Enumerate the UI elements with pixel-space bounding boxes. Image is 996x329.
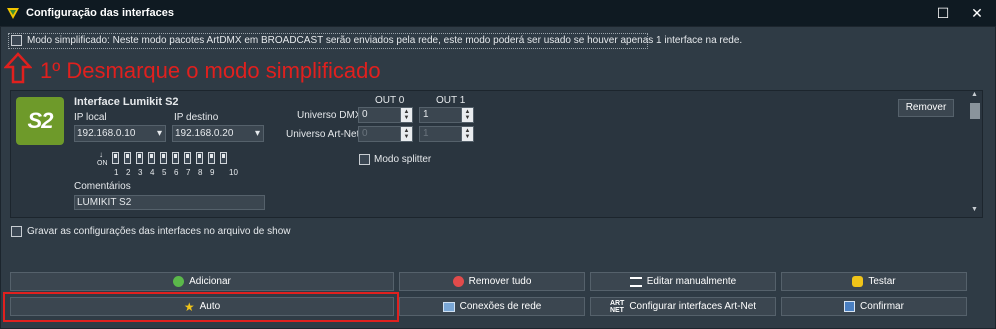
dip-number: 5 (162, 168, 167, 177)
add-button[interactable]: Adicionar (10, 272, 394, 291)
ip-dest-select[interactable]: 192.168.0.20 ▾ (172, 125, 264, 142)
spinner-arrows-icon[interactable]: ▲ ▼ (400, 127, 412, 141)
comments-label: Comentários (74, 181, 131, 192)
remove-icon (452, 276, 464, 287)
splitter-mode-checkbox[interactable] (359, 154, 370, 165)
dip-number: 10 (229, 168, 238, 177)
artnet-out0-value: 0 (362, 128, 368, 139)
dip-number: 6 (174, 168, 179, 177)
save-in-show-label: Gravar as configurações das interfaces n… (27, 226, 291, 237)
remove-interface-button[interactable]: Remover (898, 99, 954, 117)
close-icon[interactable]: ✕ (961, 0, 993, 26)
maximize-icon[interactable]: ☐ (927, 0, 959, 26)
save-in-show-checkbox[interactable] (11, 226, 22, 237)
ip-local-label: IP local (74, 112, 107, 123)
add-icon (173, 276, 185, 287)
app-logo-icon (7, 8, 19, 19)
dip-switch[interactable] (136, 152, 143, 164)
universe-dmx-label: Universo DMX (297, 110, 362, 121)
spinner-arrows-icon[interactable]: ▲ ▼ (400, 108, 412, 122)
test-button[interactable]: Testar (781, 272, 967, 291)
dip-number: 1 (114, 168, 119, 177)
interface-logo: S2 (16, 97, 64, 145)
scroll-up-icon[interactable]: ▲ (971, 91, 978, 98)
confirm-button[interactable]: Confirmar (781, 297, 967, 316)
dip-on-label: ON (97, 160, 108, 167)
dmx-out1-value: 1 (423, 109, 429, 120)
ip-local-value: 192.168.0.10 (77, 128, 136, 139)
configure-artnet-button[interactable]: ART NET Configurar interfaces Art-Net (590, 297, 776, 316)
dip-number: 4 (150, 168, 155, 177)
list-icon (629, 276, 642, 287)
scrollbar-thumb[interactable] (970, 103, 980, 119)
scroll-down-icon[interactable]: ▼ (971, 206, 978, 213)
chevron-down-icon: ▾ (156, 128, 162, 139)
ip-dest-value: 192.168.0.20 (175, 128, 234, 139)
ip-local-select[interactable]: 192.168.0.10 ▾ (74, 125, 166, 142)
highlight-box (3, 292, 399, 322)
out0-label: OUT 0 (375, 95, 405, 106)
spinner-arrows-icon[interactable]: ▲ ▼ (461, 108, 473, 122)
dmx-out0-value: 0 (362, 109, 368, 120)
dip-number: 2 (126, 168, 131, 177)
comments-input[interactable]: LUMIKIT S2 (74, 195, 265, 210)
logo-text: S2 (27, 108, 54, 133)
chevron-down-icon: ▾ (254, 128, 260, 139)
artnet-out1-value: 1 (423, 128, 429, 139)
dip-arrow-icon: ↓ (99, 150, 103, 159)
out1-label: OUT 1 (436, 95, 466, 106)
dip-switch[interactable] (148, 152, 155, 164)
spinner-arrows-icon[interactable]: ▲ ▼ (461, 127, 473, 141)
vertical-scrollbar[interactable]: ▲ ▼ (968, 91, 982, 217)
artnet-out0-spinner[interactable]: 0 ▲ ▼ (358, 126, 413, 142)
dip-number: 9 (210, 168, 215, 177)
splitter-mode-label: Modo splitter (374, 154, 432, 165)
simplified-mode-checkbox[interactable] (11, 35, 22, 46)
remove-all-label: Remover tudo (468, 276, 532, 287)
edit-manually-label: Editar manualmente (646, 276, 737, 287)
dip-switch[interactable] (172, 152, 179, 164)
dip-switch[interactable] (184, 152, 191, 164)
annotation-text: 1º Desmarque o modo simplificado (40, 58, 381, 83)
dip-switch[interactable] (196, 152, 203, 164)
lamp-icon (852, 276, 864, 287)
universe-artnet-label: Universo Art-Net (286, 129, 360, 140)
dmx-out0-spinner[interactable]: 0 ▲ ▼ (358, 107, 413, 123)
dip-switch[interactable] (160, 152, 167, 164)
confirm-label: Confirmar (860, 301, 904, 312)
network-icon (442, 301, 455, 312)
remove-all-button[interactable]: Remover tudo (399, 272, 585, 291)
artnet-icon: ART NET (609, 299, 625, 314)
dmx-out1-spinner[interactable]: 1 ▲ ▼ (419, 107, 474, 123)
dip-number: 8 (198, 168, 203, 177)
arrow-up-icon (4, 52, 32, 84)
ip-dest-label: IP destino (174, 112, 219, 123)
edit-manually-button[interactable]: Editar manualmente (590, 272, 776, 291)
dip-number: 7 (186, 168, 191, 177)
interface-name: Interface Lumikit S2 (74, 96, 179, 108)
simplified-mode-label: Modo simplificado: Neste modo pacotes Ar… (27, 35, 743, 46)
save-disk-icon (844, 301, 856, 312)
dip-number: 3 (138, 168, 143, 177)
dip-switch[interactable] (124, 152, 131, 164)
window-title: Configuração das interfaces (26, 7, 174, 19)
network-connections-button[interactable]: Conexões de rede (399, 297, 585, 316)
artnet-out1-spinner[interactable]: 1 ▲ ▼ (419, 126, 474, 142)
dip-switch[interactable] (112, 152, 119, 164)
title-bar: Configuração das interfaces (0, 0, 996, 26)
add-label: Adicionar (189, 276, 231, 287)
dip-switch[interactable] (220, 152, 227, 164)
test-label: Testar (868, 276, 896, 287)
network-connections-label: Conexões de rede (459, 301, 542, 312)
configure-artnet-label: Configurar interfaces Art-Net (629, 301, 757, 312)
dip-switch[interactable] (208, 152, 215, 164)
